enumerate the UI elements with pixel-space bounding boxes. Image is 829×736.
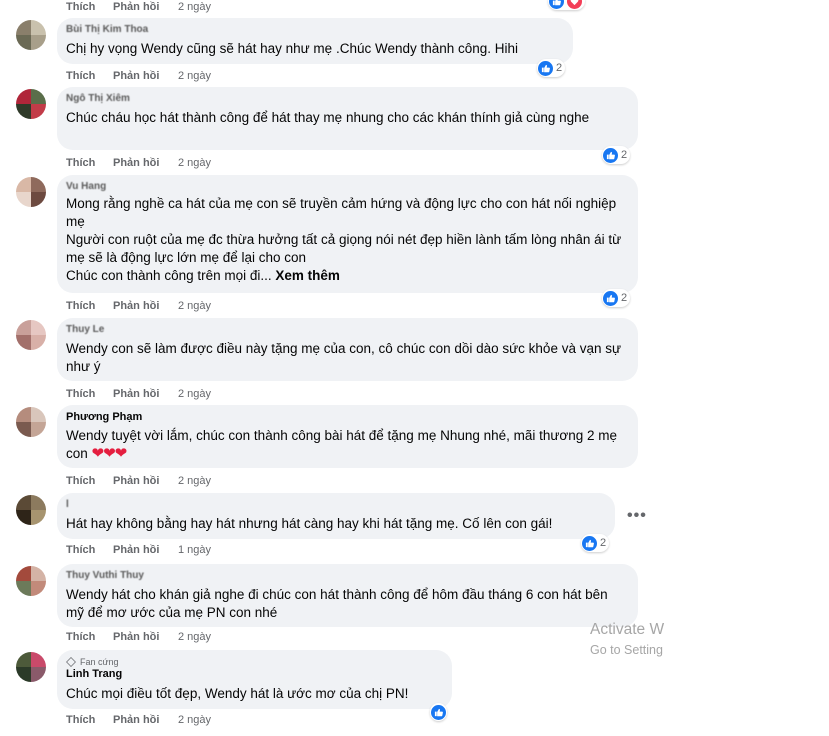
reaction-count[interactable]: 2 <box>602 289 631 307</box>
like-reaction-icon <box>603 147 618 163</box>
comment-bubble: Ngô Thị Xiêm Chúc cháu học hát thành côn… <box>57 87 638 150</box>
comment-bubble: Bùi Thị Kim Thoa Chị hy vọng Wendy cũng … <box>57 18 573 64</box>
comment-time[interactable]: 2 ngày <box>178 69 211 83</box>
like-reaction-icon <box>549 0 564 9</box>
comment-actions: Thích Phản hồi 1 ngày <box>66 543 211 557</box>
heart-reaction-icon <box>567 0 582 9</box>
comment-actions: Thích Phản hồi 2 ngày <box>66 474 211 488</box>
comment-bubble: Vu Hang Mong rằng nghề ca hát của mẹ con… <box>57 175 638 293</box>
reply-action[interactable]: Phản hồi <box>113 156 178 170</box>
comment-author[interactable]: Bùi Thị Kim Thoa <box>66 24 563 36</box>
comment-actions: Thích Phản hồi 2 ngày <box>66 69 211 83</box>
reaction-number: 2 <box>600 537 607 549</box>
reaction-summary[interactable] <box>548 0 585 10</box>
comment-bubble: l Hát hay không bằng hay hát nhưng hát c… <box>57 493 615 539</box>
reaction-count[interactable]: 2 <box>537 59 566 77</box>
reply-action[interactable]: Phản hồi <box>113 387 178 401</box>
comment-time[interactable]: 2 ngày <box>178 474 211 488</box>
comment-feed: Thích Phản hồi 2 ngày Bùi Thị Kim Thoa C… <box>0 0 829 736</box>
avatar[interactable] <box>16 495 46 525</box>
comment-text: Wendy hát cho khán giả nghe đi chúc con … <box>66 587 608 620</box>
like-action[interactable]: Thích <box>66 543 113 557</box>
comment-text: Chúc mọi điều tốt đẹp, Wendy hát là ước … <box>66 686 409 701</box>
comment-author[interactable]: Vu Hang <box>66 181 628 193</box>
like-action[interactable]: Thích <box>66 387 113 401</box>
comment-time[interactable]: 2 ngày <box>178 299 211 313</box>
reaction-count[interactable]: 2 <box>602 146 631 164</box>
comment-actions: Thích Phản hồi 2 ngày <box>66 156 211 170</box>
comment-author[interactable]: Ngô Thị Xiêm <box>66 93 628 105</box>
like-action[interactable]: Thích <box>66 0 113 14</box>
avatar[interactable] <box>16 652 46 682</box>
reply-action[interactable]: Phản hồi <box>113 543 178 557</box>
fan-badge-label: Fan cứng <box>80 657 119 667</box>
comment-bubble: Fan cứng Linh Trang Chúc mọi điều tốt đẹ… <box>57 650 452 709</box>
reply-action[interactable]: Phản hồi <box>113 474 178 488</box>
comment-text-line-3: Chúc con thành công trên mọi đi... Xem t… <box>66 267 628 285</box>
comment-text-truncated: Chúc con thành công trên mọi đi... <box>66 268 272 283</box>
comment-actions: Thích Phản hồi 2 ngày <box>66 387 211 401</box>
reply-action[interactable]: Phản hồi <box>113 69 178 83</box>
see-more-link[interactable]: Xem thêm <box>275 268 340 283</box>
comment-time[interactable]: 1 ngày <box>178 543 211 557</box>
avatar[interactable] <box>16 89 46 119</box>
comment-bubble: Thuy Le Wendy con sẽ làm được điều này t… <box>57 318 638 381</box>
like-action[interactable]: Thích <box>66 713 113 727</box>
like-reaction-icon <box>603 290 618 306</box>
like-reaction-icon <box>431 704 446 720</box>
watermark-line-2: Go to Setting <box>590 643 663 657</box>
comment-text: Mong rằng nghề ca hát của mẹ con sẽ truy… <box>66 196 617 229</box>
reaction-count[interactable]: 2 <box>581 534 610 552</box>
comment-actions: Thích Phản hồi 2 ngày <box>66 299 211 313</box>
reply-action[interactable]: Phản hồi <box>113 630 178 644</box>
like-reaction-icon <box>538 60 553 76</box>
like-action[interactable]: Thích <box>66 630 113 644</box>
watermark-line-1: Activate W <box>590 621 665 638</box>
comment-author[interactable]: l <box>66 499 605 511</box>
more-options-icon[interactable]: ••• <box>627 507 647 525</box>
reply-action[interactable]: Phản hồi <box>113 0 178 14</box>
comment-actions: Thích Phản hồi 2 ngày <box>66 630 211 644</box>
top-action-row: Thích Phản hồi 2 ngày <box>66 0 211 14</box>
comment-text: Chị hy vọng Wendy cũng sẽ hát hay như mẹ… <box>66 41 519 56</box>
comment-author[interactable]: Phương Phạm <box>66 411 628 423</box>
like-action[interactable]: Thích <box>66 69 113 83</box>
avatar[interactable] <box>16 407 46 437</box>
comment-text-line-2: Người con ruột của mẹ đc thừa hưởng tất … <box>66 232 622 265</box>
comment-actions: Thích Phản hồi 2 ngày <box>66 713 211 727</box>
like-action[interactable]: Thích <box>66 299 113 313</box>
reaction-count[interactable] <box>430 703 447 721</box>
comment-text: Wendy tuyệt vời lắm, chúc con thành công… <box>66 427 628 463</box>
avatar[interactable] <box>16 566 46 596</box>
avatar[interactable] <box>16 177 46 207</box>
heart-icon: ❤❤❤ <box>91 445 128 462</box>
avatar[interactable] <box>16 20 46 50</box>
reply-action[interactable]: Phản hồi <box>113 299 178 313</box>
comment-author[interactable]: Thuy Le <box>66 324 628 336</box>
fan-badge-icon <box>66 657 76 667</box>
like-action[interactable]: Thích <box>66 474 113 488</box>
comment-text: Wendy con sẽ làm được điều này tặng mẹ c… <box>66 341 622 374</box>
comment-time[interactable]: 2 ngày <box>178 387 211 401</box>
windows-activation-watermark: Activate W Go to Setting <box>590 620 664 660</box>
fan-badge: Fan cứng <box>66 656 442 668</box>
comment-time[interactable]: 2 ngày <box>178 713 211 727</box>
comment-author[interactable]: Linh Trang <box>66 668 442 680</box>
comment-text: Chúc cháu học hát thành công để hát thay… <box>66 110 590 125</box>
comment-time[interactable]: 2 ngày <box>178 630 211 644</box>
comment-time[interactable]: 2 ngày <box>178 0 211 14</box>
reply-action[interactable]: Phản hồi <box>113 713 178 727</box>
comment-bubble: Thuy Vuthi Thuy Wendy hát cho khán giả n… <box>57 564 638 627</box>
reaction-number: 2 <box>621 292 628 304</box>
comment-time[interactable]: 2 ngày <box>178 156 211 170</box>
reaction-number: 2 <box>556 62 563 74</box>
comment-bubble: Phương Phạm Wendy tuyệt vời lắm, chúc co… <box>57 405 638 468</box>
like-action[interactable]: Thích <box>66 156 113 170</box>
avatar[interactable] <box>16 320 46 350</box>
reaction-number: 2 <box>621 149 628 161</box>
comment-author[interactable]: Thuy Vuthi Thuy <box>66 570 628 582</box>
comment-text-body: Wendy tuyệt vời lắm, chúc con thành công… <box>66 428 618 461</box>
like-reaction-icon <box>582 535 597 551</box>
comment-text: Hát hay không bằng hay hát nhưng hát càn… <box>66 516 553 531</box>
